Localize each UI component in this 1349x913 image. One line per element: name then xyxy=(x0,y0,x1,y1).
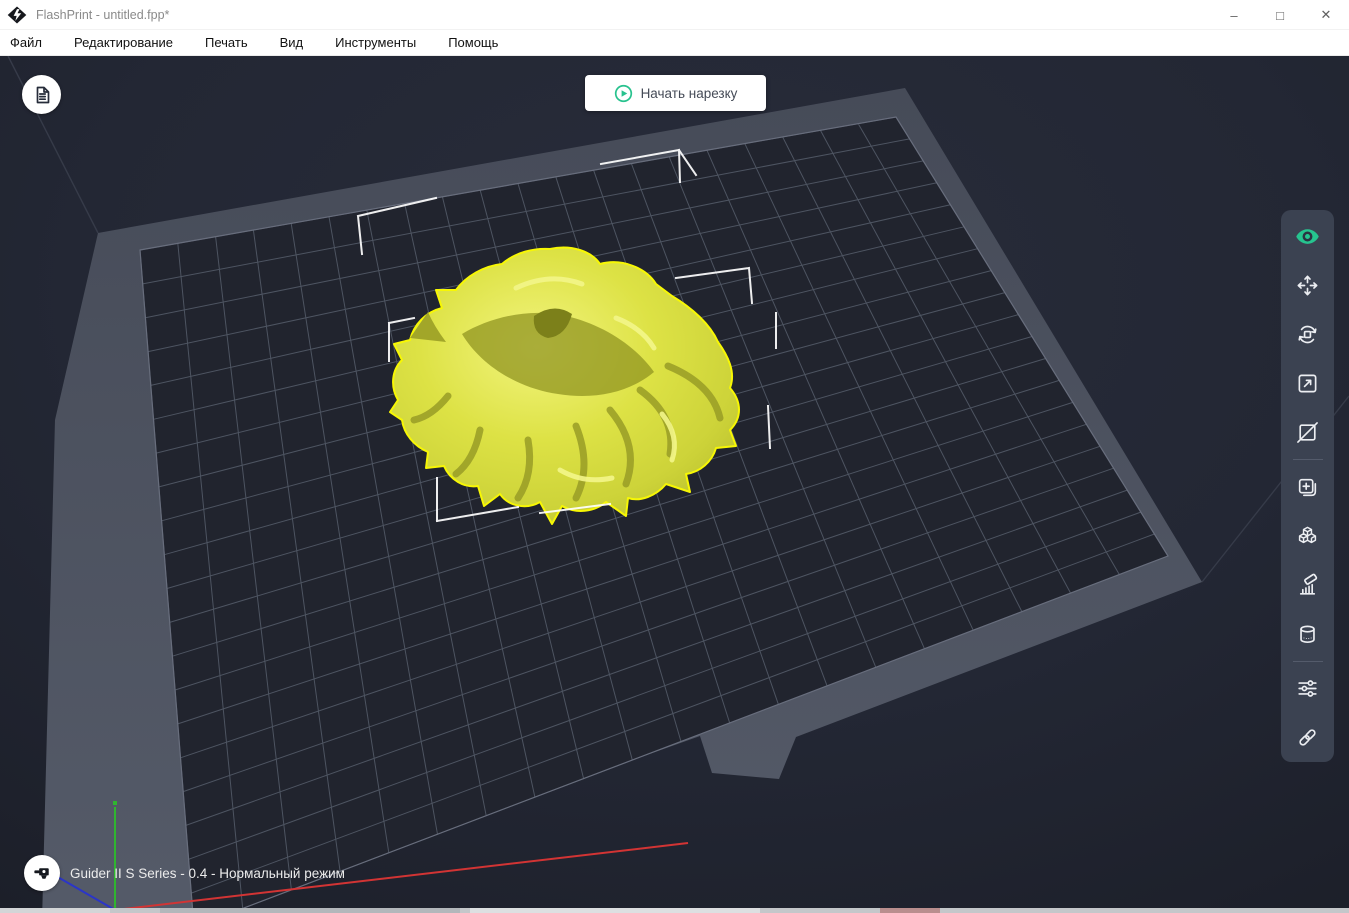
solidify-icon xyxy=(1300,625,1315,643)
arrange-icon xyxy=(1298,526,1317,543)
window-title: FlashPrint - untitled.fpp* xyxy=(36,7,170,22)
taskbar-sliver[interactable] xyxy=(0,908,1349,913)
view-tool-button[interactable] xyxy=(1284,212,1332,261)
cut-tool-button[interactable] xyxy=(1284,408,1332,457)
viewport-3d[interactable] xyxy=(0,0,1349,913)
printer-status-label: Guider II S Series - 0.4 - Нормальный ре… xyxy=(70,865,345,881)
maximize-button[interactable]: □ xyxy=(1257,0,1303,30)
link-icon xyxy=(1299,729,1316,746)
taskbar-segment xyxy=(160,908,460,913)
menu-edit[interactable]: Редактирование xyxy=(58,30,189,56)
arrange-tool-button[interactable] xyxy=(1284,512,1332,561)
flashprint-logo-icon xyxy=(7,6,27,23)
taskbar-segment xyxy=(0,908,110,913)
rotate-tool-button[interactable] xyxy=(1284,310,1332,359)
link-tool-button[interactable] xyxy=(1284,713,1332,762)
supports-icon xyxy=(1299,573,1318,595)
start-slicing-button[interactable]: Начать нарезку xyxy=(585,75,766,111)
duplicate-tool-button[interactable] xyxy=(1284,462,1332,511)
solidify-tool-button[interactable] xyxy=(1284,610,1332,659)
document-icon xyxy=(36,86,49,103)
supports-tool-button[interactable] xyxy=(1284,561,1332,610)
sidebar-divider xyxy=(1292,660,1323,662)
play-icon xyxy=(614,84,632,102)
scale-tool-button[interactable] xyxy=(1284,359,1332,408)
slice-settings-tool-button[interactable] xyxy=(1284,664,1332,713)
duplicate-icon xyxy=(1298,478,1317,496)
menu-tools[interactable]: Инструменты xyxy=(319,30,432,56)
load-file-button[interactable] xyxy=(22,75,61,114)
move-tool-button[interactable] xyxy=(1284,261,1332,310)
titlebar[interactable]: FlashPrint - untitled.fpp* – □ ✕ xyxy=(0,0,1349,30)
extruder-icon xyxy=(33,867,49,879)
menu-print[interactable]: Печать xyxy=(189,30,264,56)
cut-icon xyxy=(1297,422,1318,444)
taskbar-segment xyxy=(880,908,940,913)
scale-icon xyxy=(1298,374,1317,393)
taskbar-segment xyxy=(470,908,760,913)
sidebar-divider xyxy=(1292,459,1323,461)
menu-file[interactable]: Файл xyxy=(0,30,58,56)
rotate-icon xyxy=(1298,325,1317,344)
printer-chip[interactable] xyxy=(24,855,60,891)
menubar: Файл Редактирование Печать Вид Инструмен… xyxy=(0,30,1349,56)
sliders-icon xyxy=(1298,680,1317,697)
printer-status[interactable]: Guider II S Series - 0.4 - Нормальный ре… xyxy=(24,855,345,891)
minimize-button[interactable]: – xyxy=(1211,0,1257,30)
tool-sidebar xyxy=(1281,210,1334,762)
eye-icon xyxy=(1296,229,1319,244)
menu-help[interactable]: Помощь xyxy=(432,30,514,56)
menu-view[interactable]: Вид xyxy=(264,30,320,56)
move-icon xyxy=(1297,275,1318,296)
close-button[interactable]: ✕ xyxy=(1303,0,1349,30)
start-slicing-label: Начать нарезку xyxy=(640,85,738,101)
